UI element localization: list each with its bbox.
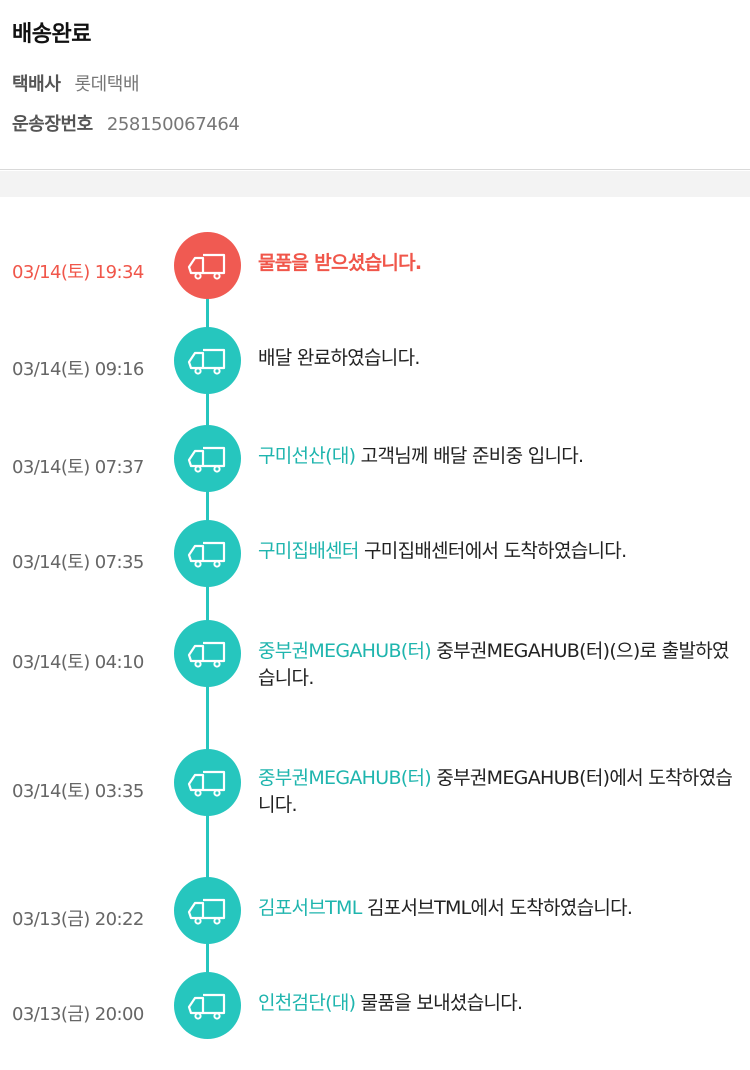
event-node: [174, 877, 241, 944]
event-node: [174, 972, 241, 1039]
event-node: [174, 327, 241, 394]
delivery-status-title: 배송완료: [12, 22, 91, 47]
event-time: 03/14(토) 19:34: [12, 262, 144, 283]
event-description: 중부권MEGAHUB(터) 중부권MEGAHUB(터)에서 도착하였습니다.: [258, 765, 738, 819]
event-location: 김포서브TML: [258, 897, 362, 919]
event-message: 고객님께 배달 준비중 입니다.: [360, 445, 584, 467]
event-message: 배달 완료하였습니다.: [258, 347, 420, 369]
event-description: 인천검단(대) 물품을 보내셨습니다.: [258, 990, 738, 1017]
truck-icon: [187, 541, 225, 568]
truck-icon: [187, 641, 225, 668]
event-location: 인천검단(대): [258, 992, 356, 1014]
event-message: 물품을 보내셨습니다.: [360, 992, 523, 1014]
tracking-row: 운송장번호 258150067464: [12, 110, 240, 136]
event-time: 03/14(토) 03:35: [12, 781, 144, 802]
section-divider: [0, 171, 750, 197]
tracking-label: 운송장번호: [12, 114, 93, 135]
carrier-value: 롯데택배: [74, 74, 140, 95]
event-location: 구미선산(대): [258, 445, 356, 467]
truck-icon: [187, 770, 225, 797]
event-location: 중부권MEGAHUB(터): [258, 767, 432, 789]
truck-icon: [187, 253, 225, 280]
truck-icon: [187, 898, 225, 925]
event-node: [174, 232, 241, 299]
event-description: 김포서브TML 김포서브TML에서 도착하였습니다.: [258, 895, 738, 922]
event-time: 03/14(토) 07:35: [12, 552, 144, 573]
event-message: 물품을 받으셨습니다.: [258, 252, 422, 274]
truck-icon: [187, 348, 225, 375]
tracking-timeline: 03/14(토) 19:34 물품을 받으셨습니다. 03/14(토) 09:1…: [0, 197, 750, 1070]
event-description: 중부권MEGAHUB(터) 중부권MEGAHUB(터)(으)로 출발하였습니다.: [258, 638, 738, 692]
event-description: 구미집배센터 구미집배센터에서 도착하였습니다.: [258, 538, 738, 565]
event-time: 03/14(토) 07:37: [12, 457, 144, 478]
event-time: 03/14(토) 04:10: [12, 652, 144, 673]
delivery-header: 배송완료 택배사 롯데택배 운송장번호 258150067464: [0, 0, 750, 170]
event-description: 배달 완료하였습니다.: [258, 345, 738, 372]
event-node: [174, 520, 241, 587]
event-message: 구미집배센터에서 도착하였습니다.: [364, 540, 627, 562]
event-description: 물품을 받으셨습니다.: [258, 250, 738, 277]
event-location: 구미집배센터: [258, 540, 359, 562]
carrier-label: 택배사: [12, 74, 61, 95]
event-time: 03/14(토) 09:16: [12, 359, 144, 380]
tracking-number: 258150067464: [106, 114, 240, 135]
event-message: 김포서브TML에서 도착하였습니다.: [366, 897, 633, 919]
event-time: 03/13(금) 20:22: [12, 909, 144, 930]
event-location: 중부권MEGAHUB(터): [258, 640, 432, 662]
event-node: [174, 620, 241, 687]
truck-icon: [187, 446, 225, 473]
event-node: [174, 425, 241, 492]
event-node: [174, 749, 241, 816]
event-time: 03/13(금) 20:00: [12, 1004, 144, 1025]
event-description: 구미선산(대) 고객님께 배달 준비중 입니다.: [258, 443, 738, 470]
carrier-row: 택배사 롯데택배: [12, 70, 140, 96]
truck-icon: [187, 993, 225, 1020]
